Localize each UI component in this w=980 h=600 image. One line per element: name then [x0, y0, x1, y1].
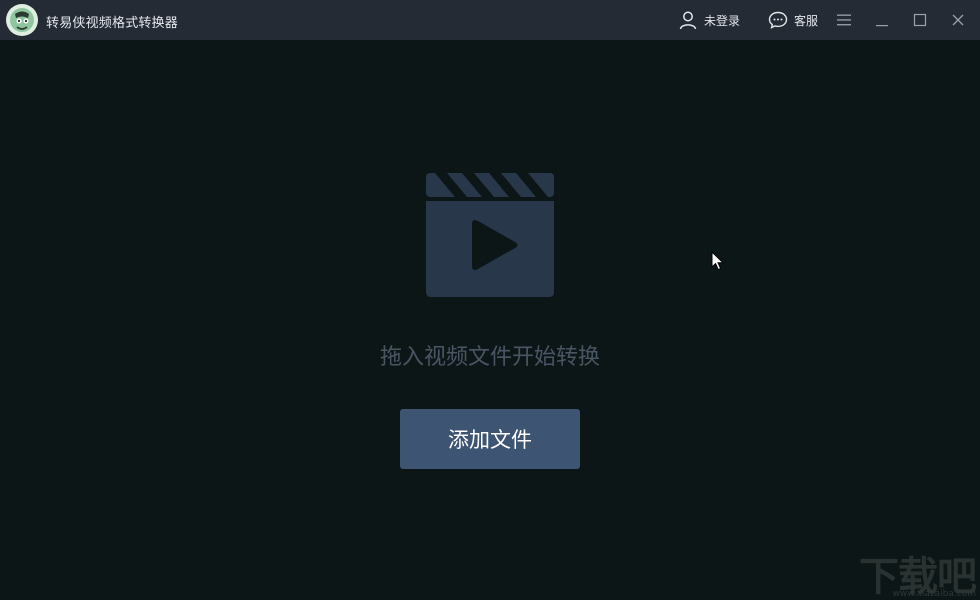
maximize-button[interactable]	[910, 10, 930, 30]
video-clapperboard-icon	[426, 173, 554, 297]
minimize-icon	[876, 25, 888, 27]
watermark: 下载吧 www.xiazaiba.com	[846, 544, 980, 600]
customer-service-label: 客服	[794, 13, 819, 28]
login-label: 未登录	[704, 13, 741, 28]
app-title: 转易侠视频格式转换器	[46, 16, 179, 31]
chat-bubble-icon	[768, 11, 788, 29]
title-bar: 转易侠视频格式转换器 未登录 客服	[0, 0, 980, 40]
add-file-button[interactable]: 添加文件	[400, 409, 580, 469]
maximize-icon	[913, 13, 927, 27]
drop-hint-text: 拖入视频文件开始转换	[379, 345, 600, 370]
close-icon	[952, 14, 964, 26]
hamburger-menu-icon	[837, 14, 851, 26]
minimize-button[interactable]	[872, 10, 892, 30]
app-logo-icon	[6, 4, 38, 36]
watermark-url: www.xiazaiba.com	[892, 589, 976, 599]
mouse-pointer-icon	[711, 251, 725, 271]
close-button[interactable]	[948, 10, 968, 30]
menu-button[interactable]	[834, 10, 854, 30]
customer-service-button[interactable]: 客服	[768, 8, 818, 32]
login-button[interactable]: 未登录	[678, 8, 740, 32]
user-icon	[679, 11, 697, 30]
